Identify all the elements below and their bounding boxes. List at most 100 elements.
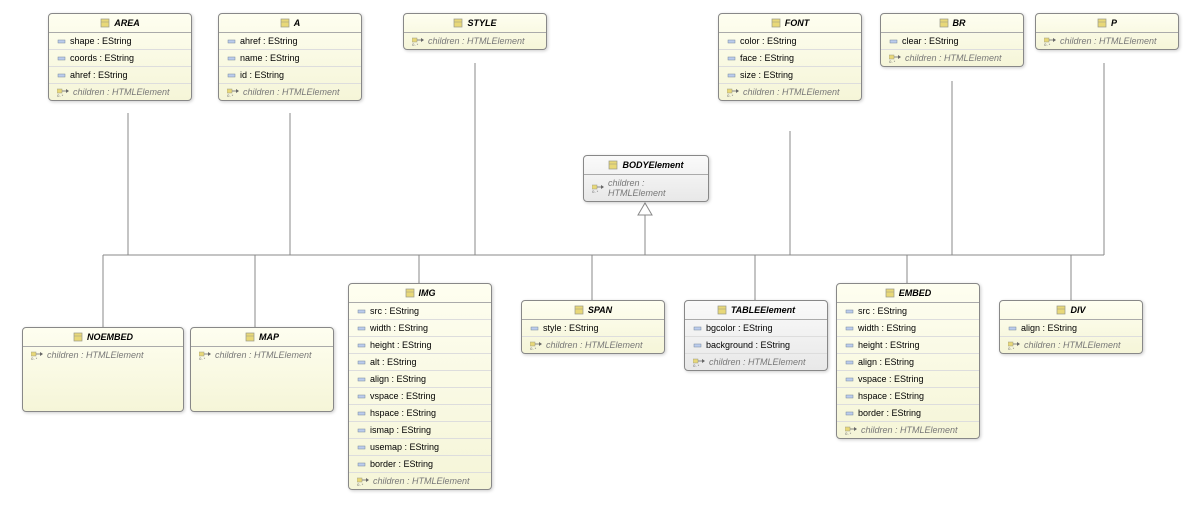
class-header: P <box>1036 14 1178 33</box>
class-name: NOEMBED <box>87 332 133 342</box>
attr-row: vspace : EString <box>349 388 491 405</box>
class-name: DIV <box>1070 305 1085 315</box>
reference-row: 0..*children : HTMLElement <box>1036 33 1178 49</box>
attr-row: hspace : EString <box>837 388 979 405</box>
class-header: STYLE <box>404 14 546 33</box>
class-embed[interactable]: EMBED src : EString width : EString heig… <box>836 283 980 439</box>
attr-row: alt : EString <box>349 354 491 371</box>
class-name: MAP <box>259 332 279 342</box>
attr-row: face : EString <box>719 50 861 67</box>
class-name: P <box>1111 18 1117 28</box>
class-font[interactable]: FONT color : EString face : EString size… <box>718 13 862 101</box>
svg-text:0..*: 0..* <box>592 189 598 193</box>
svg-text:0..*: 0..* <box>727 93 733 97</box>
attr-row: bgcolor : EString <box>685 320 827 337</box>
class-header: TABLEElement <box>685 301 827 320</box>
reference-row: 0..*children : HTMLElement <box>219 84 361 100</box>
attr-row: background : EString <box>685 337 827 354</box>
class-name: A <box>294 18 301 28</box>
attr-row: ahref : EString <box>219 33 361 50</box>
attr-row: coords : EString <box>49 50 191 67</box>
class-div[interactable]: DIV align : EString 0..*children : HTMLE… <box>999 300 1143 354</box>
class-name: EMBED <box>899 288 932 298</box>
attr-row: usemap : EString <box>349 439 491 456</box>
reference-row: 0..*children : HTMLElement <box>1000 337 1142 353</box>
svg-text:0..*: 0..* <box>412 42 418 46</box>
class-name: IMG <box>419 288 436 298</box>
class-name: BR <box>953 18 966 28</box>
class-area[interactable]: AREA shape : EString coords : EString ah… <box>48 13 192 101</box>
attr-row: clear : EString <box>881 33 1023 50</box>
svg-text:0..*: 0..* <box>199 356 205 360</box>
reference-row: 0..*children : HTMLElement <box>719 84 861 100</box>
class-header: BR <box>881 14 1023 33</box>
attr-row: width : EString <box>349 320 491 337</box>
svg-text:0..*: 0..* <box>227 93 233 97</box>
reference-row: 0..*children : HTMLElement <box>837 422 979 438</box>
ref-label: children : HTMLElement <box>608 178 700 198</box>
class-header: AREA <box>49 14 191 33</box>
attr-row: vspace : EString <box>837 371 979 388</box>
reference-row: 0..*children : HTMLElement <box>349 473 491 489</box>
svg-text:0..*: 0..* <box>845 431 851 435</box>
svg-text:0..*: 0..* <box>57 93 63 97</box>
attr-row: style : EString <box>522 320 664 337</box>
class-map[interactable]: MAP 0..*children : HTMLElement <box>190 327 334 412</box>
attr-row: width : EString <box>837 320 979 337</box>
reference-row: 0..*children : HTMLElement <box>404 33 546 49</box>
class-bodyelement[interactable]: BODYElement 0..* children : HTMLElement <box>583 155 709 202</box>
attr-row: color : EString <box>719 33 861 50</box>
svg-text:0..*: 0..* <box>31 356 37 360</box>
svg-text:0..*: 0..* <box>693 363 699 367</box>
attr-row: src : EString <box>349 303 491 320</box>
class-header: A <box>219 14 361 33</box>
reference-row: 0..*children : HTMLElement <box>23 347 183 363</box>
class-name: BODYElement <box>622 160 683 170</box>
class-img[interactable]: IMG src : EString width : EString height… <box>348 283 492 490</box>
svg-text:0..*: 0..* <box>1044 42 1050 46</box>
class-name: FONT <box>785 18 810 28</box>
class-name: TABLEElement <box>731 305 795 315</box>
class-header: DIV <box>1000 301 1142 320</box>
svg-text:0..*: 0..* <box>530 346 536 350</box>
class-name: SPAN <box>588 305 612 315</box>
class-name: AREA <box>114 18 140 28</box>
class-style[interactable]: STYLE 0..*children : HTMLElement <box>403 13 547 50</box>
class-header: MAP <box>191 328 333 347</box>
class-header: FONT <box>719 14 861 33</box>
attr-row: id : EString <box>219 67 361 84</box>
reference-row: 0..*children : HTMLElement <box>191 347 333 363</box>
attr-row: align : EString <box>837 354 979 371</box>
class-a[interactable]: A ahref : EString name : EString id : ES… <box>218 13 362 101</box>
attr-row: border : EString <box>837 405 979 422</box>
reference-row: 0..*children : HTMLElement <box>685 354 827 370</box>
class-header: IMG <box>349 284 491 303</box>
class-br[interactable]: BR clear : EString 0..*children : HTMLEl… <box>880 13 1024 67</box>
attr-row: shape : EString <box>49 33 191 50</box>
svg-text:0..*: 0..* <box>889 59 895 63</box>
class-header: NOEMBED <box>23 328 183 347</box>
class-span[interactable]: SPAN style : EString 0..*children : HTML… <box>521 300 665 354</box>
class-tableelement[interactable]: TABLEElement bgcolor : EString backgroun… <box>684 300 828 371</box>
class-noembed[interactable]: NOEMBED 0..*children : HTMLElement <box>22 327 184 412</box>
attr-row: ismap : EString <box>349 422 491 439</box>
reference-row: 0..*children : HTMLElement <box>881 50 1023 66</box>
reference-row: 0..*children : HTMLElement <box>522 337 664 353</box>
class-header: BODYElement <box>584 156 708 175</box>
svg-text:0..*: 0..* <box>357 482 363 486</box>
attr-row: height : EString <box>349 337 491 354</box>
class-name: STYLE <box>467 18 496 28</box>
class-header: SPAN <box>522 301 664 320</box>
attr-row: hspace : EString <box>349 405 491 422</box>
attr-row: src : EString <box>837 303 979 320</box>
attr-row: align : EString <box>349 371 491 388</box>
attr-row: border : EString <box>349 456 491 473</box>
svg-text:0..*: 0..* <box>1008 346 1014 350</box>
attr-row: height : EString <box>837 337 979 354</box>
attr-row: ahref : EString <box>49 67 191 84</box>
attr-row: align : EString <box>1000 320 1142 337</box>
attr-row: name : EString <box>219 50 361 67</box>
class-header: EMBED <box>837 284 979 303</box>
reference-row: 0..*children : HTMLElement <box>49 84 191 100</box>
class-p[interactable]: P 0..*children : HTMLElement <box>1035 13 1179 50</box>
